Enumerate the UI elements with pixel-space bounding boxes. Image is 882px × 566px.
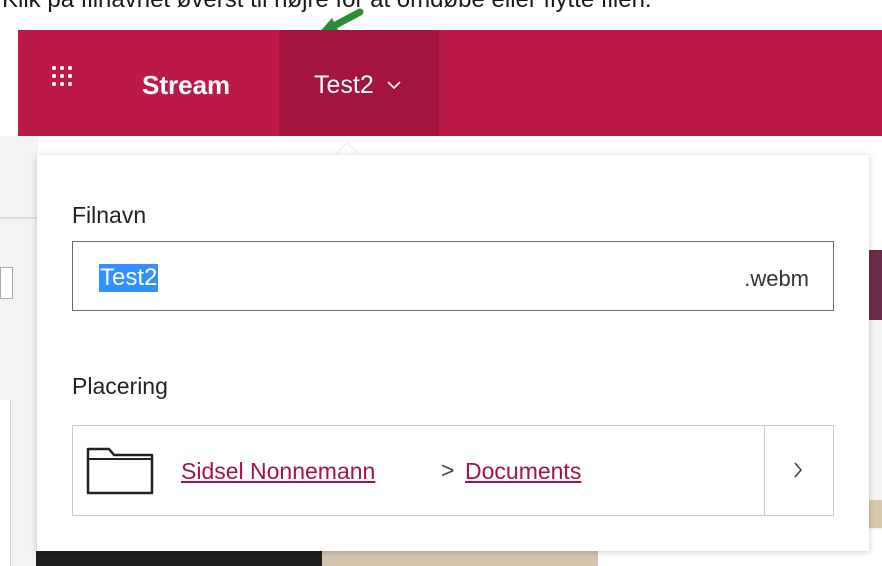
folder-icon: [86, 447, 154, 495]
background-control: [0, 267, 13, 299]
background-divider: [0, 217, 38, 219]
file-extension: .webm: [744, 266, 809, 291]
chevron-down-icon: [387, 81, 401, 90]
breadcrumb-documents[interactable]: Documents: [465, 457, 581, 485]
background-video-frame: [36, 551, 322, 566]
chevron-right-icon: [794, 462, 803, 478]
instruction-text: Klik på filnavnet øverst til højre for a…: [0, 0, 882, 17]
waffle-icon[interactable]: [52, 66, 72, 86]
app-top-bar: Stream Test2: [18, 30, 882, 136]
app-name[interactable]: Stream: [142, 70, 230, 100]
filename-label: Filnavn: [72, 202, 147, 228]
filename-input[interactable]: Test2: [99, 264, 159, 292]
file-details-flyout: Filnavn Test2 .webm Placering Sidsel Non…: [37, 155, 869, 551]
background-video-frame-2: [322, 551, 598, 566]
background-panel: [0, 400, 11, 566]
breadcrumb-user[interactable]: Sidsel Nonnemann: [181, 457, 375, 485]
filename-field[interactable]: Test2 .webm: [72, 241, 834, 311]
location-label: Placering: [72, 373, 168, 399]
file-name-button[interactable]: Test2: [279, 30, 439, 136]
file-name-label: Test2: [314, 71, 374, 99]
location-picker[interactable]: Sidsel Nonnemann > Documents: [72, 425, 834, 516]
breadcrumb-separator: >: [441, 457, 455, 483]
browse-location-button[interactable]: [764, 426, 833, 515]
